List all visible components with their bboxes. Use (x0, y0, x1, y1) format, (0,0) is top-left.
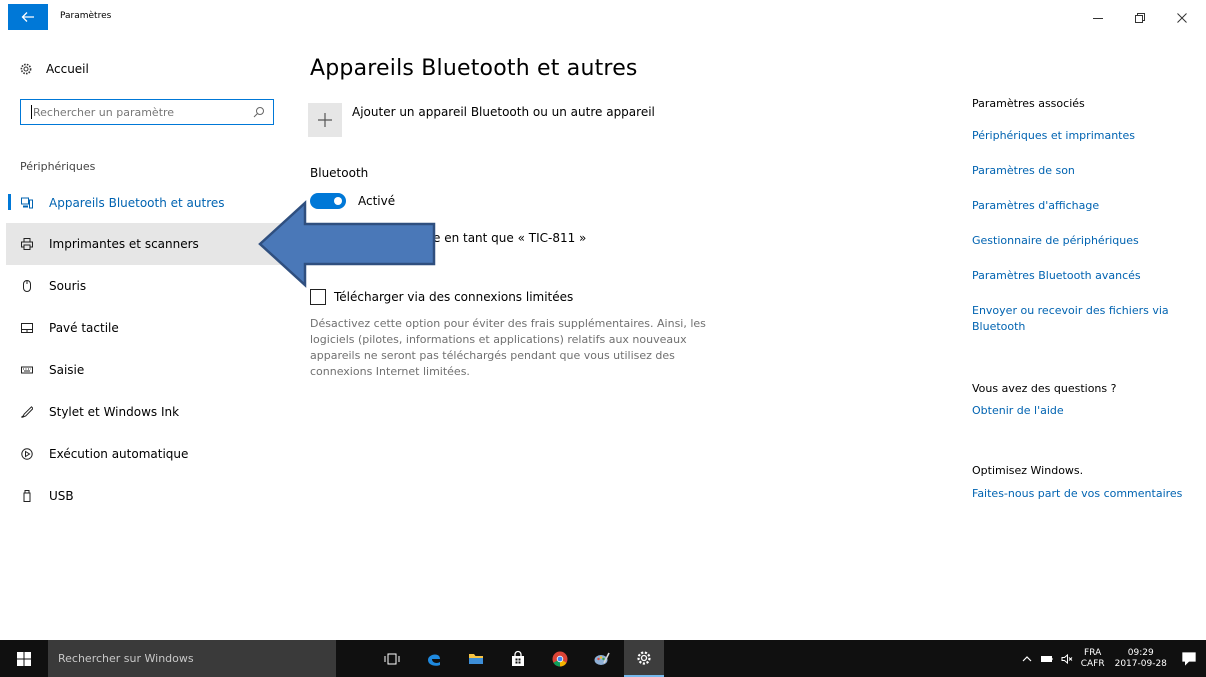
input-language[interactable]: FRA CAFR (1081, 648, 1105, 670)
metered-connection-checkbox[interactable] (310, 289, 326, 305)
feedback-link[interactable]: Faites-nous part de vos commentaires (972, 486, 1192, 502)
metered-description: Désactivez cette option pour éviter des … (310, 317, 706, 378)
edge-button[interactable] (414, 640, 454, 677)
page-title: Appareils Bluetooth et autres (310, 56, 638, 81)
start-button[interactable] (0, 640, 48, 677)
close-button[interactable] (1162, 8, 1202, 28)
battery-icon[interactable] (1040, 653, 1053, 665)
sidebar-item-label: Exécution automatique (49, 447, 189, 461)
autoplay-icon (21, 448, 33, 460)
text-caret (31, 105, 32, 119)
edge-icon (428, 654, 440, 666)
plus-icon (318, 113, 332, 127)
search-placeholder: Rechercher un paramètre (33, 105, 175, 119)
notification-count: 3 (1190, 654, 1196, 663)
chrome-icon (552, 651, 568, 666)
restore-icon (1135, 13, 1145, 23)
gear-icon (637, 650, 651, 665)
clock[interactable]: 09:29 2017-09-28 (1115, 648, 1167, 670)
folder-icon (469, 653, 483, 664)
improve-title: Optimisez Windows. (972, 464, 1084, 477)
language-code: FRA (1084, 647, 1102, 658)
sidebar-item-mouse[interactable]: Souris (6, 265, 290, 307)
mouse-icon (23, 280, 31, 292)
sidebar: Accueil Rechercher un paramètre Périphér… (0, 34, 290, 640)
send-receive-files-link[interactable]: Envoyer ou recevoir des fichiers via Blu… (972, 303, 1192, 335)
sound-settings-link[interactable]: Paramètres de son (972, 163, 1192, 179)
app-title: Paramètres (60, 11, 112, 21)
pen-icon (21, 406, 33, 418)
taskbar-search-input[interactable]: Rechercher sur Windows (48, 640, 336, 677)
sidebar-item-printers[interactable]: Imprimantes et scanners (6, 223, 290, 265)
back-arrow-icon (21, 12, 34, 22)
paint-app-button[interactable] (582, 640, 622, 677)
speaker-muted-icon[interactable] (1061, 653, 1073, 665)
printer-icon (21, 238, 33, 250)
paint-palette-icon (594, 652, 610, 665)
sidebar-item-label: Imprimantes et scanners (49, 237, 199, 251)
get-help-link[interactable]: Obtenir de l'aide (972, 403, 1192, 419)
add-device-link[interactable]: Ajouter un appareil Bluetooth ou un autr… (352, 105, 655, 119)
add-device-button[interactable] (308, 103, 342, 137)
sidebar-item-typing[interactable]: Saisie (6, 349, 290, 391)
sidebar-item-autoplay[interactable]: Exécution automatique (6, 433, 290, 475)
sidebar-item-bluetooth[interactable]: Appareils Bluetooth et autres (6, 182, 290, 224)
minimize-button[interactable] (1078, 8, 1118, 28)
touchpad-icon (21, 323, 33, 333)
sidebar-item-label: Stylet et Windows Ink (49, 405, 180, 419)
home-label: Accueil (46, 62, 89, 76)
task-view-icon (384, 653, 400, 664)
minimize-icon (1093, 18, 1103, 19)
sidebar-item-label: USB (49, 489, 74, 503)
chevron-up-icon[interactable] (1021, 653, 1033, 665)
sidebar-item-usb[interactable]: USB (6, 475, 290, 517)
restore-button[interactable] (1120, 8, 1160, 28)
usb-icon (23, 490, 31, 502)
display-settings-link[interactable]: Paramètres d'affichage (972, 198, 1192, 214)
task-view-button[interactable] (372, 640, 412, 677)
section-label: Périphériques (20, 160, 96, 173)
sidebar-item-label: Souris (49, 279, 87, 293)
file-explorer-button[interactable] (456, 640, 496, 677)
gear-icon (20, 63, 32, 75)
sidebar-item-pen[interactable]: Stylet et Windows Ink (6, 391, 290, 433)
devices-printers-link[interactable]: Périphériques et imprimantes (972, 128, 1192, 144)
back-button[interactable] (8, 4, 48, 30)
main-content: Appareils Bluetooth et autres Ajouter un… (308, 34, 930, 640)
sidebar-item-label: Appareils Bluetooth et autres (49, 196, 225, 210)
bluetooth-label: Bluetooth (310, 166, 369, 180)
related-settings: Paramètres associés Périphériques et imp… (972, 34, 1192, 640)
sidebar-item-label: Pavé tactile (49, 321, 119, 335)
taskbar-search-placeholder: Rechercher sur Windows (58, 652, 194, 665)
search-icon (253, 107, 264, 118)
keyboard-icon (21, 366, 33, 374)
clock-time: 09:29 (1127, 647, 1154, 658)
home-link[interactable]: Accueil (20, 62, 89, 76)
clock-date: 2017-09-28 (1114, 658, 1167, 669)
sidebar-item-label: Saisie (49, 363, 85, 377)
device-manager-link[interactable]: Gestionnaire de périphériques (972, 233, 1192, 249)
taskbar: Rechercher sur Windows FRA CAFR 09:29 20… (0, 640, 1206, 677)
keyboard-layout: CAFR (1080, 658, 1105, 669)
advanced-bluetooth-link[interactable]: Paramètres Bluetooth avancés (972, 268, 1192, 284)
related-title: Paramètres associés (972, 97, 1085, 110)
system-tray: FRA CAFR 09:29 2017-09-28 3 (1021, 640, 1196, 677)
bluetooth-devices-icon (21, 197, 33, 209)
close-icon (1177, 13, 1187, 23)
metered-checkbox-label[interactable]: Télécharger via des connexions limitées (334, 290, 573, 304)
questions-title: Vous avez des questions ? (972, 382, 1117, 395)
settings-app-button[interactable] (624, 640, 664, 677)
chrome-button[interactable] (540, 640, 580, 677)
windows-logo-icon (17, 651, 31, 666)
active-indicator (8, 194, 11, 210)
store-button[interactable] (498, 640, 538, 677)
store-bag-icon (512, 650, 524, 666)
discoverable-text: e en tant que « TIC-811 » (433, 231, 587, 245)
title-bar: Paramètres (0, 0, 1206, 34)
annotation-arrow (258, 200, 436, 288)
sidebar-item-touchpad[interactable]: Pavé tactile (6, 307, 290, 349)
settings-search-input[interactable]: Rechercher un paramètre (20, 99, 274, 125)
